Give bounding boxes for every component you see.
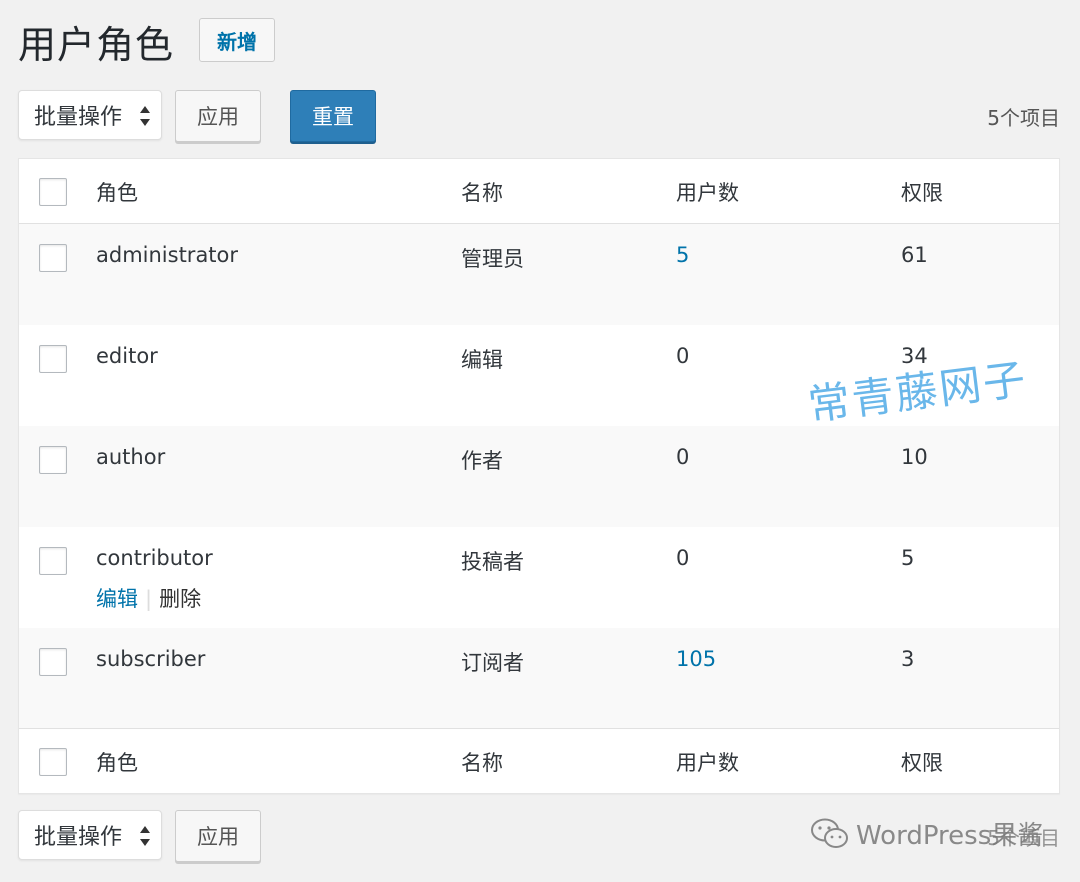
page-title: 用户角色: [18, 23, 175, 67]
delete-link[interactable]: 删除: [159, 587, 201, 611]
tablenav-top: 批量操作 应用 重置 5个项目: [18, 90, 1060, 142]
select-arrows-icon: [140, 826, 150, 846]
roles-table: 角色 名称 用户数 权限 administrator 管理员 5 61 edit…: [18, 158, 1060, 794]
table-row: subscriber 订阅者 105 3: [19, 628, 1059, 729]
bulk-action-label: 批量操作: [34, 825, 123, 850]
row-checkbox[interactable]: [39, 446, 67, 474]
table-row: author 作者 0 10: [19, 426, 1059, 527]
bulk-action-select[interactable]: 批量操作: [18, 90, 162, 140]
select-all-checkbox[interactable]: [39, 178, 67, 206]
user-count: 0: [676, 344, 690, 368]
add-new-button[interactable]: 新增: [199, 18, 275, 62]
row-checkbox[interactable]: [39, 345, 67, 373]
wechat-icon: [811, 818, 848, 848]
column-header-users[interactable]: 用户数: [676, 177, 739, 207]
role-name: 订阅者: [461, 651, 524, 675]
row-checkbox[interactable]: [39, 648, 67, 676]
bulk-action-select-bottom[interactable]: 批量操作: [18, 810, 162, 860]
select-all-checkbox-bottom[interactable]: [39, 748, 67, 776]
row-actions: 编辑 | 删除: [96, 583, 201, 613]
column-header-role[interactable]: 角色: [96, 177, 138, 207]
role-slug[interactable]: subscriber: [96, 647, 205, 671]
table-row: contributor 编辑 | 删除 投稿者 0 5: [19, 527, 1059, 628]
apply-button[interactable]: 应用: [175, 90, 261, 142]
table-header: 角色 名称 用户数 权限: [19, 159, 1059, 224]
role-name: 管理员: [461, 247, 524, 271]
column-header-name[interactable]: 名称: [461, 177, 503, 207]
column-footer-users[interactable]: 用户数: [676, 747, 739, 777]
role-name: 作者: [461, 449, 503, 473]
user-count: 0: [676, 546, 690, 570]
capability-count: 10: [901, 445, 928, 469]
reset-button[interactable]: 重置: [290, 90, 376, 142]
column-footer-role[interactable]: 角色: [96, 747, 138, 777]
table-row: administrator 管理员 5 61: [19, 224, 1059, 325]
user-count: 0: [676, 445, 690, 469]
role-slug[interactable]: author: [96, 445, 165, 469]
capability-count: 5: [901, 546, 915, 570]
column-header-caps[interactable]: 权限: [901, 177, 943, 207]
role-name: 投稿者: [461, 550, 524, 574]
role-slug[interactable]: editor: [96, 344, 158, 368]
role-slug[interactable]: contributor: [96, 546, 213, 570]
capability-count: 61: [901, 243, 928, 267]
user-count-link[interactable]: 105: [676, 647, 716, 671]
column-footer-caps[interactable]: 权限: [901, 747, 943, 777]
apply-button-bottom[interactable]: 应用: [175, 810, 261, 862]
column-footer-name[interactable]: 名称: [461, 747, 503, 777]
role-slug[interactable]: administrator: [96, 243, 238, 267]
edit-link[interactable]: 编辑: [96, 587, 138, 611]
row-checkbox[interactable]: [39, 244, 67, 272]
bulk-action-label: 批量操作: [34, 105, 123, 130]
capability-count: 3: [901, 647, 915, 671]
row-checkbox[interactable]: [39, 547, 67, 575]
action-separator: |: [145, 587, 153, 611]
item-count: 5个项目: [987, 106, 1060, 130]
wechat-watermark-text: WordPress果酱: [856, 821, 1044, 851]
select-arrows-icon: [140, 106, 150, 126]
table-footer: 角色 名称 用户数 权限: [19, 728, 1059, 793]
wechat-watermark: WordPress果酱: [810, 815, 1043, 852]
role-name: 编辑: [461, 348, 503, 372]
user-count-link[interactable]: 5: [676, 243, 689, 267]
